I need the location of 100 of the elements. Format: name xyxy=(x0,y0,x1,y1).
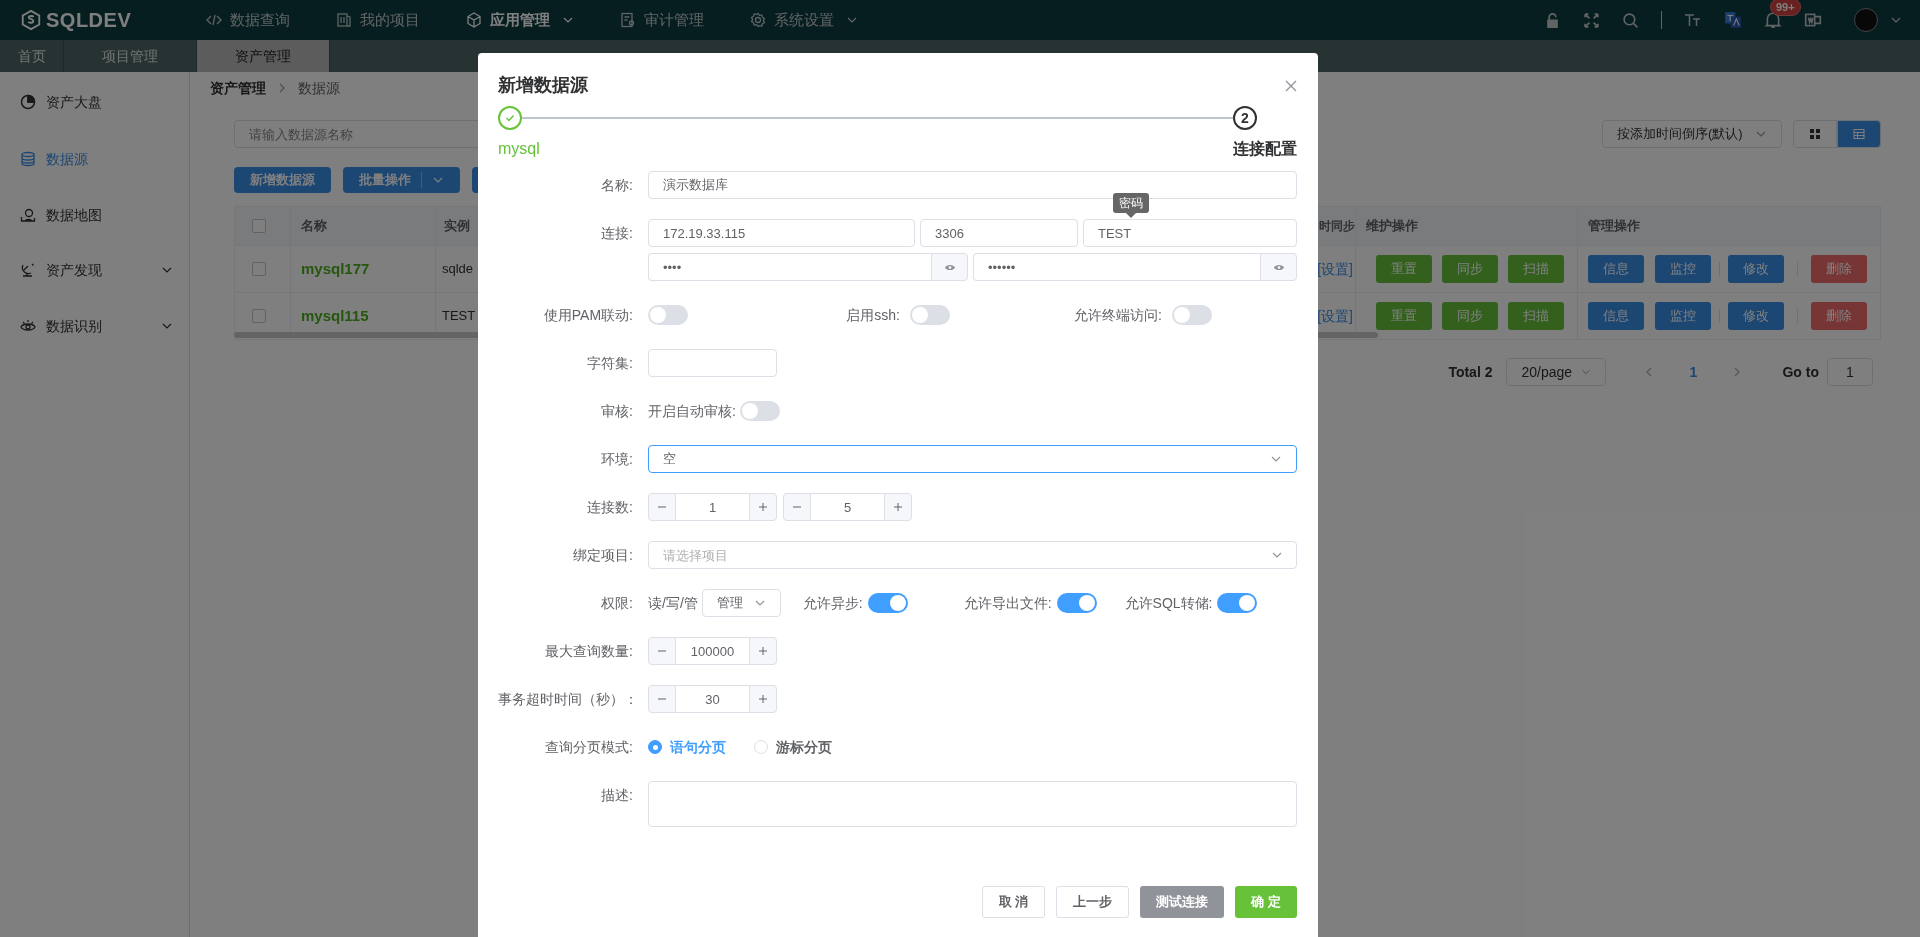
total-count: Total 2 xyxy=(1448,362,1493,382)
description-field[interactable] xyxy=(648,781,1297,827)
username-field[interactable]: •••• xyxy=(648,253,931,281)
column-header: 时同步 xyxy=(1319,218,1355,235)
field-label: 使用PAM联动: xyxy=(542,306,634,325)
toggle-switch[interactable] xyxy=(910,305,950,325)
password-field[interactable]: •••••• xyxy=(973,253,1260,281)
show-password-button[interactable] xyxy=(1260,253,1297,281)
show-password-button[interactable] xyxy=(931,253,968,281)
select-field[interactable]: 请选择项目 xyxy=(648,541,1297,569)
translate-icon[interactable] xyxy=(1724,11,1742,29)
lock-icon[interactable] xyxy=(1544,11,1561,29)
action-button[interactable]: 修改 xyxy=(1728,255,1784,283)
number-field[interactable]: 5 xyxy=(811,493,884,521)
action-button[interactable]: 监控 xyxy=(1655,302,1711,330)
radio-label[interactable]: 语句分页 xyxy=(670,736,726,758)
action-button[interactable]: 重置 xyxy=(1376,302,1432,330)
toggle-switch[interactable] xyxy=(648,305,688,325)
action-button[interactable]: 扫描 xyxy=(1508,255,1564,283)
plus-icon xyxy=(758,502,768,512)
number-field[interactable]: 100000 xyxy=(676,637,749,665)
action-button[interactable]: 修改 xyxy=(1728,302,1784,330)
toggle-switch[interactable] xyxy=(1217,593,1258,613)
page-size-select[interactable]: 20/page xyxy=(1506,358,1607,386)
action-button[interactable]: 信息 xyxy=(1588,302,1644,330)
nav-item[interactable]: 数据查询 xyxy=(200,0,296,40)
action-button[interactable]: 同步 xyxy=(1442,255,1498,283)
plus-button[interactable] xyxy=(749,637,777,665)
number-field[interactable]: 1 xyxy=(676,493,749,521)
charset-field[interactable] xyxy=(648,349,777,377)
minus-button[interactable] xyxy=(648,637,676,665)
sidebar-item[interactable]: 数据地图 xyxy=(0,197,189,233)
font-size-icon[interactable] xyxy=(1684,12,1702,28)
tab[interactable]: 资产管理 xyxy=(197,40,330,72)
page-button[interactable]: 1 xyxy=(1678,358,1709,386)
sort-select[interactable]: 按添加时间倒序(默认) xyxy=(1602,120,1782,148)
table-icon xyxy=(1853,128,1865,140)
table-view-button[interactable] xyxy=(1837,120,1881,148)
toggle-switch[interactable] xyxy=(739,401,780,421)
sidebar-item[interactable]: 数据源 xyxy=(0,141,189,177)
document-icon[interactable] xyxy=(1804,11,1822,29)
port-field[interactable]: 3306 xyxy=(920,219,1078,247)
plus-button[interactable] xyxy=(749,493,777,521)
radio-button[interactable] xyxy=(648,740,662,754)
toggle-switch[interactable] xyxy=(1172,305,1212,325)
checkbox[interactable] xyxy=(252,309,266,323)
checkbox[interactable] xyxy=(252,262,266,276)
dialog-button[interactable]: 测试连接 xyxy=(1140,886,1225,918)
chevron-down-icon xyxy=(1581,367,1592,377)
toggle-switch[interactable] xyxy=(867,593,908,613)
number-field[interactable]: 30 xyxy=(676,685,749,713)
sidebar-item[interactable]: 资产发现 xyxy=(0,252,189,288)
page-number-field[interactable]: 1 xyxy=(1827,358,1873,386)
breadcrumb-item[interactable]: 资产管理 xyxy=(210,77,266,99)
field-label: 环境: xyxy=(600,450,634,469)
nav-item[interactable]: 系统设置 xyxy=(744,0,864,40)
plus-icon xyxy=(893,502,903,512)
field-label: 描述: xyxy=(600,786,634,805)
nav-item[interactable]: 审计管理 xyxy=(614,0,710,40)
toggle-switch[interactable] xyxy=(1056,593,1097,613)
sidebar-item[interactable]: 数据识别 xyxy=(0,308,189,344)
minus-button[interactable] xyxy=(783,493,811,521)
dialog-button[interactable]: 确 定 xyxy=(1235,886,1297,918)
host-field[interactable]: 172.19.33.115 xyxy=(648,219,915,247)
close-button[interactable] xyxy=(1284,79,1298,93)
search-icon[interactable] xyxy=(1622,11,1639,29)
action-button[interactable]: 重置 xyxy=(1376,255,1432,283)
action-button[interactable]: 监控 xyxy=(1655,255,1711,283)
action-button[interactable]: 同步 xyxy=(1442,302,1498,330)
pie-chart-icon xyxy=(20,94,36,110)
field-label: 字符集: xyxy=(586,354,634,373)
toolbar-button[interactable]: 新增数据源 xyxy=(234,167,331,193)
select-field[interactable]: 管理 xyxy=(701,589,781,617)
radio-label[interactable]: 游标分页 xyxy=(776,736,832,758)
sidebar-item[interactable]: 资产大盘 xyxy=(0,84,189,120)
action-button[interactable]: 扫描 xyxy=(1508,302,1564,330)
nav-item[interactable]: 应用管理 xyxy=(460,0,580,40)
minus-button[interactable] xyxy=(648,685,676,713)
bell-icon[interactable] xyxy=(1764,11,1782,29)
fullscreen-icon[interactable] xyxy=(1583,11,1600,29)
minus-button[interactable] xyxy=(648,493,676,521)
dialog-button[interactable]: 上一步 xyxy=(1056,886,1130,918)
plus-button[interactable] xyxy=(749,685,777,713)
database-field[interactable]: TEST xyxy=(1083,219,1297,247)
field-label: 最大查询数量: xyxy=(544,642,634,661)
plus-button[interactable] xyxy=(884,493,912,521)
checkbox[interactable] xyxy=(252,219,266,233)
action-button[interactable]: 删除 xyxy=(1811,302,1867,330)
action-button[interactable]: 信息 xyxy=(1588,255,1644,283)
grid-view-button[interactable] xyxy=(1793,120,1837,148)
settings-link[interactable]: [设置] xyxy=(1317,258,1353,280)
step-number: 2 xyxy=(1233,106,1257,130)
eye-icon xyxy=(1272,262,1285,272)
select-field[interactable]: 空 xyxy=(648,445,1297,473)
nav-item[interactable]: 我的项目 xyxy=(330,0,426,40)
dialog-button[interactable]: 取 消 xyxy=(981,886,1046,918)
settings-link[interactable]: [设置] xyxy=(1317,305,1353,327)
action-button[interactable]: 删除 xyxy=(1811,255,1867,283)
avatar[interactable] xyxy=(1854,8,1878,32)
toolbar-button[interactable]: 批量操作 xyxy=(343,167,460,193)
